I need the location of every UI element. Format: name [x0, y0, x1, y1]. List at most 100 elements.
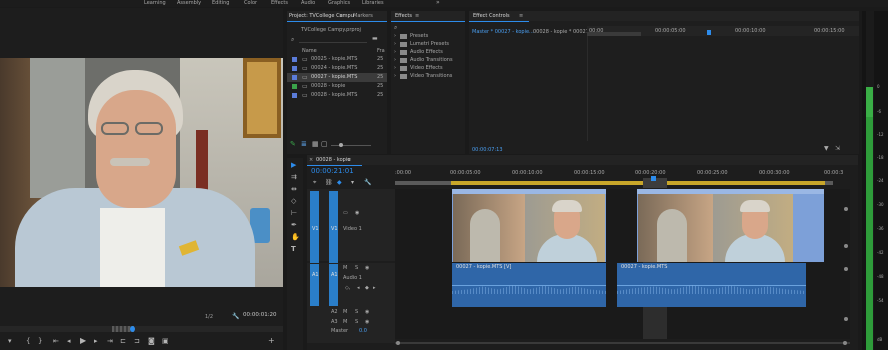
pencil-icon[interactable]: ✎: [290, 141, 296, 148]
wrench-icon[interactable]: 🔧: [364, 180, 371, 186]
wrench-icon[interactable]: 🔧: [232, 313, 239, 320]
razor-icon[interactable]: ◇: [291, 198, 296, 205]
timeline-tab[interactable]: 00028 - kopie: [316, 158, 350, 163]
snap-icon[interactable]: ⌖: [313, 180, 316, 186]
audio-clip-1[interactable]: 00027 - kopie.MTS [V]: [452, 263, 606, 307]
workspace-tab-graphics[interactable]: Graphics: [328, 1, 350, 6]
project-tab[interactable]: Project: TVCollege Campu: [289, 14, 354, 19]
master-volume[interactable]: 0.0: [359, 329, 367, 334]
workspace-tab-assembly[interactable]: Assembly: [177, 1, 201, 6]
selection-tool-icon[interactable]: ▶: [291, 162, 296, 169]
search-input[interactable]: [299, 36, 367, 43]
audio-clip-2[interactable]: 00027 - kopie.MTS: [617, 263, 806, 307]
record-icon[interactable]: ◉: [365, 266, 369, 271]
icon-view-icon[interactable]: ▦: [312, 141, 319, 148]
timeline-ruler[interactable]: :00:00 00:00:05:00 00:00:10:00 00:00:15:…: [395, 168, 850, 188]
effect-controls-tab-menu-icon[interactable]: ≡: [519, 14, 523, 19]
effect-controls-panel: Effect Controls ≡ Master * 00027 - kopie…: [469, 11, 859, 154]
workspace-tab-color[interactable]: Color: [244, 1, 257, 6]
add-keyframe-icon[interactable]: ▸: [373, 286, 376, 291]
search-icon[interactable]: ⌕: [394, 24, 397, 32]
lift-icon[interactable]: ⊏: [120, 338, 126, 345]
audio-track-label: Audio 1: [343, 275, 362, 281]
mark-in-icon[interactable]: {: [26, 338, 30, 345]
markers-tab[interactable]: Markers: [353, 14, 373, 19]
marker-icon[interactable]: ▾: [8, 338, 12, 345]
slip-icon[interactable]: ⊢: [291, 210, 297, 217]
list-item[interactable]: › Video Effects: [394, 65, 464, 73]
list-item[interactable]: ▭ 00028 - kopie 25: [287, 82, 387, 91]
goto-in-icon[interactable]: ⇤: [53, 338, 59, 345]
play-icon[interactable]: ▶: [80, 337, 86, 345]
list-item[interactable]: ▭ 00027 - kopie.MTS 25: [287, 73, 387, 82]
track-select-icon[interactable]: ⇉: [291, 174, 297, 181]
export-icon[interactable]: ⇲: [835, 145, 840, 152]
eye-icon[interactable]: ◉: [355, 211, 359, 216]
list-item[interactable]: › Audio Effects: [394, 49, 464, 57]
add-keyframe-icon[interactable]: ◆: [365, 286, 369, 291]
column-name-header[interactable]: Name: [302, 49, 317, 54]
extract-icon[interactable]: ⊐: [134, 338, 140, 345]
effect-controls-timecode: 00:00:07:13: [472, 147, 503, 153]
more-tabs-icon[interactable]: »: [436, 0, 440, 6]
a-source-patch[interactable]: [310, 264, 319, 306]
workspace-tab-libraries[interactable]: Libraries: [362, 1, 384, 6]
compare-icon[interactable]: ▣: [162, 338, 169, 345]
linked-selection-icon[interactable]: ⛓: [325, 180, 333, 186]
horizontal-scrollbar[interactable]: [395, 341, 850, 346]
list-item[interactable]: › Presets: [394, 33, 464, 41]
list-item[interactable]: ▭ 00025 - kopie.MTS 25: [287, 55, 387, 64]
add-keyframe-icon[interactable]: ◂: [357, 286, 360, 291]
timeline-tab-menu-icon[interactable]: ≡: [347, 158, 351, 163]
freeform-view-icon[interactable]: ▢: [321, 141, 328, 148]
type-icon[interactable]: T: [291, 246, 296, 253]
vertical-scrollbar[interactable]: [842, 189, 850, 339]
solo-icon[interactable]: S: [355, 266, 358, 271]
list-item[interactable]: ▭ 00028 - kopie.MTS 25: [287, 91, 387, 100]
search-icon[interactable]: ⌕: [291, 36, 294, 44]
workspace-tab-effects[interactable]: Effects: [271, 1, 288, 6]
list-item[interactable]: › Audio Transitions: [394, 57, 464, 65]
effect-controls-ruler[interactable]: 00:00 00:00:05:00 00:00:10:00 00:00:15:0…: [587, 26, 859, 36]
timeline-timecode: 00:00:21:01: [311, 167, 354, 175]
list-view-icon[interactable]: ≣: [301, 141, 307, 148]
workspace-tab-editing[interactable]: Editing: [212, 1, 229, 6]
keyframe-icon[interactable]: ◇,: [345, 286, 350, 291]
workspace-tab-audio[interactable]: Audio: [301, 1, 315, 6]
ripple-edit-icon[interactable]: ⇹: [291, 186, 297, 193]
list-item[interactable]: ▭ 00024 - kopie.MTS 25: [287, 64, 387, 73]
pen-icon[interactable]: ✒: [291, 222, 297, 229]
effects-tab[interactable]: Effects: [395, 14, 412, 19]
column-frame-header[interactable]: Fra: [377, 49, 385, 54]
a-track-target[interactable]: [329, 264, 338, 306]
list-item[interactable]: › Lumetri Presets: [394, 41, 464, 49]
effect-controls-tab[interactable]: Effect Controls: [473, 14, 510, 19]
step-back-icon[interactable]: ◂: [67, 338, 71, 345]
video-clip-2[interactable]: [637, 189, 824, 262]
master-clip-selector[interactable]: Master * 00027 - kopie...: [472, 30, 534, 35]
mark-out-icon[interactable]: }: [38, 338, 42, 345]
mute-icon[interactable]: M: [343, 266, 347, 271]
filter-icon[interactable]: ▼: [824, 145, 829, 152]
step-forward-icon[interactable]: ▸: [94, 338, 98, 345]
workspace-tab-learning[interactable]: Learning: [144, 1, 166, 6]
hand-icon[interactable]: ✋: [291, 234, 300, 241]
close-icon[interactable]: ×: [309, 158, 313, 163]
fit-dropdown[interactable]: 1/2: [205, 315, 213, 320]
effects-tab-menu-icon[interactable]: ≡: [415, 14, 419, 19]
video-clip-1[interactable]: [452, 189, 606, 262]
program-scrub-bar[interactable]: [0, 326, 283, 332]
new-bin-icon[interactable]: ▬: [372, 35, 378, 42]
export-frame-icon[interactable]: ◙: [148, 338, 155, 345]
add-marker-icon[interactable]: ◆: [337, 180, 342, 186]
toggle-sync-lock-icon[interactable]: ▭: [343, 211, 348, 216]
list-item[interactable]: › Video Transitions: [394, 73, 464, 81]
goto-out-icon[interactable]: ⇥: [107, 338, 113, 345]
playhead-marker[interactable]: [130, 326, 135, 332]
marker-icon[interactable]: ▾: [351, 180, 354, 186]
add-button-icon[interactable]: +: [268, 337, 275, 345]
effects-panel: Effects ≡ ⌕ › Presets › Lumetri Presets …: [391, 11, 465, 154]
project-tab-menu-icon[interactable]: ≡: [339, 14, 343, 19]
playhead-marker[interactable]: [707, 30, 711, 35]
zoom-slider[interactable]: [331, 143, 371, 147]
